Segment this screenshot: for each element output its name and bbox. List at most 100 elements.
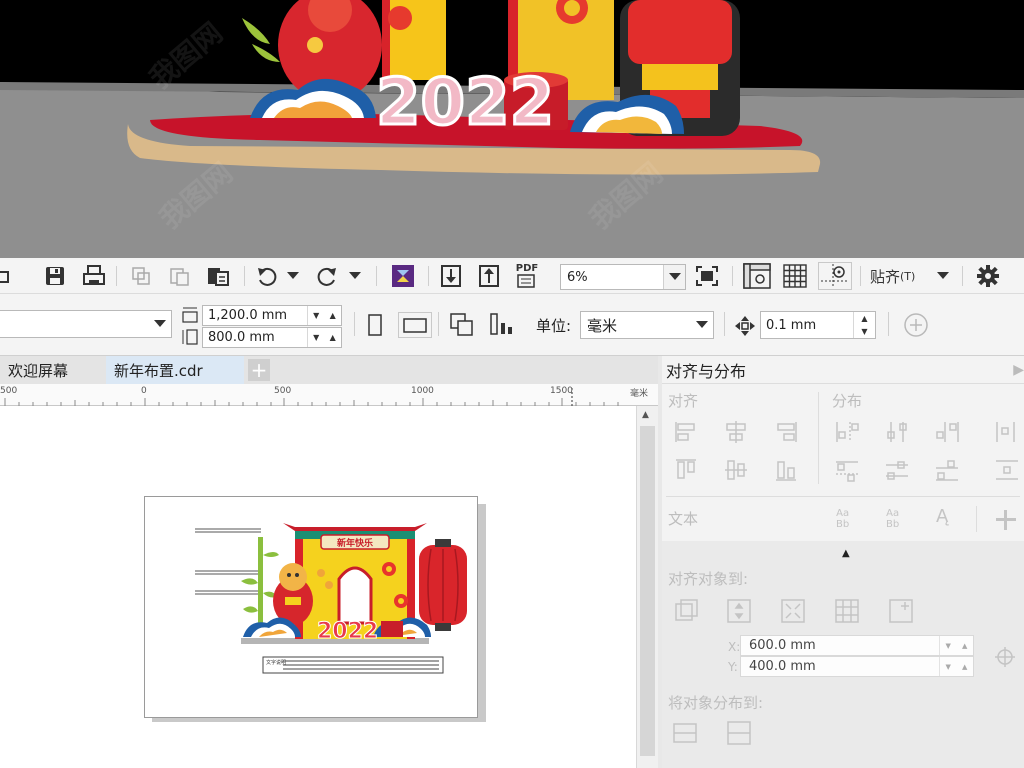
document-tabs: 欢迎屏幕 新年布置.cdr +	[0, 356, 662, 384]
distribute-top-icon[interactable]	[834, 458, 860, 482]
align-to-point-icon[interactable]	[888, 598, 914, 624]
fullscreen-icon[interactable]	[692, 264, 722, 288]
align-right-icon[interactable]	[774, 420, 798, 444]
distribute-middle-icon[interactable]	[884, 458, 910, 482]
y-axis-label: Y:	[728, 660, 738, 674]
distribute-center-icon[interactable]	[884, 420, 910, 444]
increment-icon[interactable]: ▲	[325, 328, 342, 347]
undo-dropdown-icon[interactable]	[284, 266, 302, 286]
zoom-level-value: 6%	[567, 269, 588, 285]
page-width-field[interactable]: 1,200.0 mm ▼ ▲	[202, 305, 342, 326]
scrollbar-thumb[interactable]	[640, 426, 655, 756]
text-last-baseline-icon[interactable]: Aa Bb	[886, 508, 899, 530]
snap-dropdown-icon[interactable]	[934, 266, 952, 286]
add-preset-icon[interactable]	[902, 312, 930, 338]
distribute-spacing-horizontal-icon[interactable]	[994, 420, 1020, 444]
distribute-bottom-icon[interactable]	[934, 458, 960, 482]
ruler-tick-label: 500	[274, 386, 292, 396]
render-preview: 2022 我图网 我图网 我图网	[0, 0, 1024, 258]
property-bar: 1,200.0 mm ▼ ▲ 800.0 mm ▼ ▲ 单位: 毫米 0.1 m…	[0, 294, 1024, 356]
corel-connect-icon[interactable]	[390, 264, 416, 288]
decrement-icon[interactable]: ▼	[940, 657, 957, 676]
decrement-icon[interactable]: ▼	[308, 328, 325, 347]
new-year-artwork[interactable]: 新年快乐 2022 文字说明	[145, 497, 478, 718]
chevron-down-icon[interactable]	[663, 265, 685, 289]
page-size-combo[interactable]	[0, 310, 172, 338]
all-pages-icon[interactable]	[446, 310, 478, 338]
units-combo[interactable]: 毫米	[580, 311, 714, 339]
align-x-field[interactable]: 600.0 mm ▼ ▲	[740, 635, 974, 656]
align-to-page-center-icon[interactable]	[780, 598, 806, 624]
align-to-page-edge-icon[interactable]	[726, 598, 752, 624]
pick-point-icon[interactable]	[994, 646, 1016, 668]
align-top-icon[interactable]	[674, 458, 698, 482]
render-year-text: 2022	[376, 66, 554, 140]
increment-icon[interactable]: ▲	[325, 306, 342, 325]
horizontal-ruler[interactable]: 500 0 500 1000 1500 毫米	[0, 384, 662, 406]
scroll-up-icon[interactable]: ▲	[642, 410, 649, 420]
distribute-spacing-vertical-icon[interactable]	[994, 458, 1020, 482]
ruler-tick-label: 1000	[411, 386, 434, 396]
align-y-field[interactable]: 400.0 mm ▼ ▲	[740, 656, 974, 677]
grid-icon[interactable]	[780, 262, 810, 290]
redo-icon[interactable]	[314, 264, 340, 288]
distribute-to-selection-icon[interactable]	[672, 720, 698, 746]
increment-icon[interactable]: ▲	[957, 636, 974, 655]
print-icon[interactable]	[80, 264, 108, 288]
align-center-horizontal-icon[interactable]	[724, 420, 748, 444]
gear-icon[interactable]	[974, 264, 1002, 288]
collapse-section-icon[interactable]: ▲	[842, 548, 850, 559]
distribute-left-icon[interactable]	[834, 420, 860, 444]
snap-label: 贴齐	[870, 267, 901, 286]
paste-icon[interactable]	[166, 264, 192, 288]
nudge-distance-value: 0.1 mm	[766, 317, 817, 333]
document-page[interactable]: 新年快乐 2022 文字说明	[144, 496, 478, 718]
ruler-unit-label: 毫米	[630, 389, 649, 399]
new-year-stage-render: 2022 我图网 我图网 我图网	[0, 0, 1024, 258]
tab-welcome-screen[interactable]: 欢迎屏幕	[0, 356, 76, 384]
save-icon[interactable]	[42, 264, 68, 288]
snap-to-button[interactable]: 贴齐 (T)	[870, 264, 930, 288]
open-icon[interactable]	[0, 266, 10, 286]
collapse-docker-icon[interactable]: ▶	[1013, 362, 1024, 378]
decrement-icon[interactable]: ▼	[854, 325, 875, 338]
clipboard-icon[interactable]	[204, 264, 232, 288]
increment-icon[interactable]: ▲	[854, 312, 875, 325]
distribute-to-page-icon[interactable]	[726, 720, 752, 746]
guidelines-icon[interactable]	[818, 262, 852, 290]
decrement-icon[interactable]: ▼	[940, 636, 957, 655]
chevron-down-icon[interactable]	[149, 311, 171, 337]
import-icon[interactable]	[438, 264, 464, 288]
text-bounding-box-icon[interactable]: Ą	[936, 506, 948, 527]
decrement-icon[interactable]: ▼	[308, 306, 325, 325]
distribute-right-icon[interactable]	[934, 420, 960, 444]
align-to-grid-icon[interactable]	[834, 598, 860, 624]
zoom-level-combo[interactable]: 6%	[560, 264, 686, 290]
copy-icon[interactable]	[128, 264, 154, 288]
current-page-icon[interactable]	[486, 310, 518, 338]
add-tab-icon[interactable]: +	[248, 358, 270, 382]
nudge-distance-field[interactable]: 0.1 mm ▲ ▼	[760, 311, 876, 339]
ruler-tick-label: 1500	[550, 386, 573, 396]
pdf-label: PDF	[515, 263, 539, 274]
align-center-vertical-icon[interactable]	[724, 458, 748, 482]
align-to-active-object-icon[interactable]	[674, 598, 700, 624]
text-first-baseline-icon[interactable]: Aa Bb	[836, 508, 849, 530]
text-section-label: 文本	[668, 510, 699, 528]
text-outline-icon[interactable]	[994, 508, 1018, 532]
tab-new-year-document[interactable]: 新年布置.cdr	[106, 356, 244, 384]
export-icon[interactable]	[476, 264, 502, 288]
pdf-icon[interactable]: PDF	[512, 262, 542, 290]
increment-icon[interactable]: ▲	[957, 657, 974, 676]
redo-dropdown-icon[interactable]	[346, 266, 364, 286]
vertical-scrollbar[interactable]: ▲	[636, 406, 658, 768]
landscape-icon[interactable]	[398, 312, 432, 338]
align-x-value: 600.0 mm	[749, 638, 816, 653]
page-height-field[interactable]: 800.0 mm ▼ ▲	[202, 327, 342, 348]
chevron-down-icon[interactable]	[691, 312, 713, 338]
align-left-icon[interactable]	[674, 420, 698, 444]
portrait-icon[interactable]	[364, 312, 386, 338]
undo-icon[interactable]	[254, 264, 280, 288]
rulers-icon[interactable]	[742, 262, 772, 290]
align-bottom-icon[interactable]	[774, 458, 798, 482]
